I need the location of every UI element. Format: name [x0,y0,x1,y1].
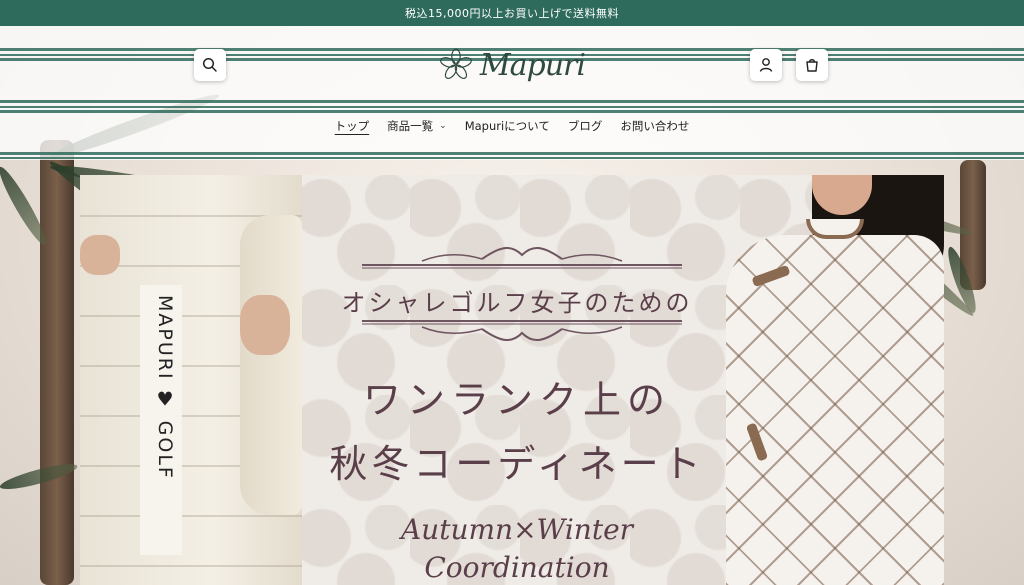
nav-item-label: ブログ [567,119,603,133]
hero-script-line2: Coordination [424,551,610,584]
nav-item-label: 商品一覧 [387,119,434,133]
ornament-divider-bottom [362,320,682,341]
search-icon [202,57,217,72]
cart-button[interactable] [796,49,828,81]
announcement-bar: 税込15,000円以上お買い上げで送料無料 [0,0,1024,26]
header-stripe [0,100,1024,103]
search-button[interactable] [194,49,226,81]
hero-tagline: オシャレゴルフ女子のための [341,289,693,317]
ornament-divider-top [362,247,682,269]
main-navigation: トップ 商品一覧 ⌄ Mapuriについて ブログ お問い合わせ [0,116,1024,136]
nav-item-contact[interactable]: お問い合わせ [620,116,689,136]
nav-item-products[interactable]: 商品一覧 ⌄ [387,116,447,136]
nav-item-label: お問い合わせ [620,119,690,133]
cart-icon [806,59,818,72]
account-button[interactable] [750,49,782,81]
nav-item-label: Mapuriについて [464,119,550,133]
model-in-dress-image [712,175,944,585]
hero-headline-line2: 秋冬コーディネート [329,442,705,486]
nav-item-about[interactable]: Mapuriについて [465,116,550,136]
header-stripe [0,106,1024,108]
header-stripe [0,152,1024,155]
nav-item-top[interactable]: トップ [335,116,370,136]
quilted-jacket-image: MAPURI ♥ GOLF [80,175,302,585]
hero-script-line1: Autumn×Winter [400,513,634,546]
announcement-text: 税込15,000円以上お買い上げで送料無料 [405,7,619,20]
nav-item-label: トップ [334,119,370,133]
jacket-print-text: MAPURI ♥ GOLF [154,295,176,480]
user-icon [759,58,773,72]
site-header: Mapuri トップ 商品一覧 ⌄ Mapuriについて ブログ お問い合わせ [0,26,1024,160]
logo-wordmark: Mapuri [479,47,586,83]
chevron-down-icon: ⌄ [439,121,447,131]
site-logo[interactable]: Mapuri [440,40,586,90]
header-stripe [0,157,1024,159]
header-stripe [0,110,1024,113]
hero-banner[interactable]: MAPURI ♥ GOLF オシャレゴルフ女子のための ワンランク上の 秋冬コー… [80,175,944,585]
nav-item-blog[interactable]: ブログ [568,116,603,136]
plumeria-flower-icon [440,48,472,79]
hero-headline-line1: ワンランク上の [362,378,671,422]
